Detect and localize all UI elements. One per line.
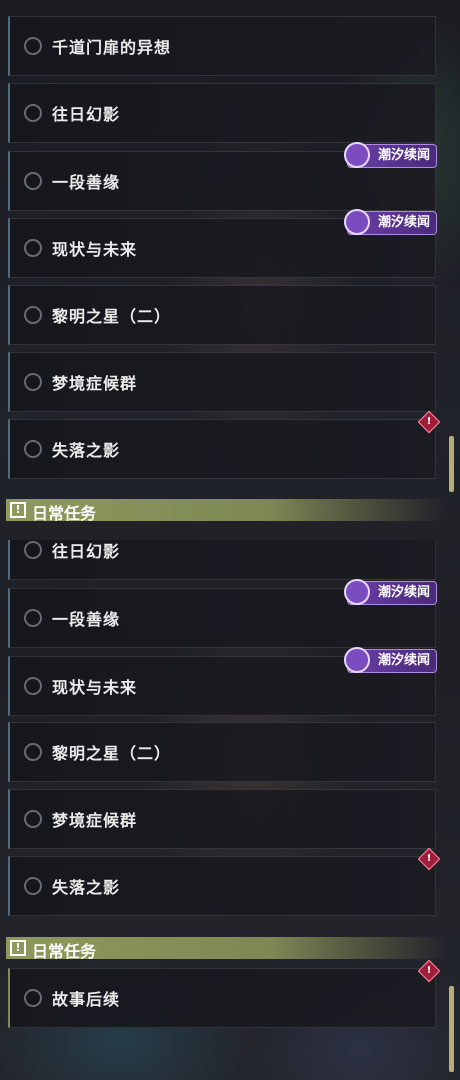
quest-status-circle-icon bbox=[24, 440, 42, 458]
quest-card[interactable]: 黎明之星（二） bbox=[8, 722, 436, 782]
quest-card[interactable]: 现状与未来 潮汐续闻 bbox=[8, 647, 437, 716]
quest-card[interactable]: 千道门扉的异想 bbox=[8, 16, 436, 76]
quest-status-circle-icon bbox=[24, 373, 42, 391]
quest-card[interactable]: 梦境症候群 bbox=[8, 789, 436, 849]
quest-title: 往日幻影 bbox=[52, 542, 121, 561]
quest-title: 现状与未来 bbox=[52, 678, 138, 697]
quest-status-circle-icon bbox=[24, 743, 42, 761]
quest-card[interactable]: 失落之影 ! bbox=[8, 410, 441, 479]
quest-title: 一段善缘 bbox=[52, 173, 121, 192]
quest-title: 失落之影 bbox=[52, 878, 121, 897]
quest-list-bottom: 往日幻影 一段善缘 潮汐续闻 现状与未来 潮汐续闻 黎明之星（二） 梦境症候群 … bbox=[0, 540, 460, 1080]
quest-tag-label: 潮汐续闻 bbox=[377, 585, 430, 600]
quest-title: 现状与未来 bbox=[52, 240, 138, 259]
quest-card[interactable]: 往日幻影 bbox=[8, 83, 436, 143]
quest-tag-badge: 潮汐续闻 bbox=[343, 142, 437, 168]
quest-status-circle-icon bbox=[24, 172, 42, 190]
scrollbar-thumb[interactable] bbox=[449, 436, 454, 492]
quest-title: 失落之影 bbox=[52, 441, 121, 460]
quest-status-circle-icon bbox=[24, 239, 42, 257]
section-header-daily: ! 日常任务 bbox=[6, 937, 446, 961]
tide-emblem-icon bbox=[343, 647, 370, 673]
quest-list-top: 千道门扉的异想 往日幻影 一段善缘 潮汐续闻 现状与未来 潮汐续闻 黎明之星（二… bbox=[0, 0, 460, 494]
quest-title: 千道门扉的异想 bbox=[52, 38, 172, 57]
quest-card[interactable]: 一段善缘 潮汐续闻 bbox=[8, 579, 437, 648]
quest-title: 黎明之星（二） bbox=[52, 744, 172, 763]
quest-card[interactable]: 往日幻影 bbox=[8, 540, 436, 580]
exclamation-box-icon: ! bbox=[10, 940, 26, 956]
alert-glyph: ! bbox=[426, 853, 432, 864]
alert-diamond-icon: ! bbox=[417, 847, 441, 871]
quest-title: 黎明之星（二） bbox=[52, 307, 172, 326]
quest-title: 梦境症候群 bbox=[52, 374, 138, 393]
quest-status-circle-icon bbox=[24, 877, 42, 895]
quest-status-circle-icon bbox=[24, 306, 42, 324]
tide-emblem-icon bbox=[343, 142, 370, 168]
quest-status-circle-icon bbox=[24, 104, 42, 122]
alert-glyph: ! bbox=[426, 965, 432, 976]
quest-tag-label: 潮汐续闻 bbox=[377, 653, 430, 668]
quest-title: 故事后续 bbox=[52, 990, 121, 1009]
tide-emblem-icon bbox=[343, 209, 370, 235]
quest-title: 梦境症候群 bbox=[52, 811, 138, 830]
quest-tag-badge: 潮汐续闻 bbox=[343, 579, 437, 605]
quest-status-circle-icon bbox=[24, 677, 42, 695]
section-title: 日常任务 bbox=[32, 504, 97, 523]
quest-tag-label: 潮汐续闻 bbox=[377, 148, 430, 163]
alert-diamond-icon: ! bbox=[417, 959, 441, 983]
quest-title: 往日幻影 bbox=[52, 105, 121, 124]
quest-card[interactable]: 失落之影 ! bbox=[8, 847, 441, 916]
quest-card[interactable]: 梦境症候群 bbox=[8, 352, 436, 412]
daily-quest-card[interactable]: 故事后续 ! bbox=[8, 959, 441, 1028]
exclamation-box-icon: ! bbox=[10, 502, 26, 518]
quest-tag-badge: 潮汐续闻 bbox=[343, 209, 437, 235]
quest-tag-badge: 潮汐续闻 bbox=[343, 647, 437, 673]
quest-tag-label: 潮汐续闻 bbox=[377, 215, 430, 230]
quest-status-circle-icon bbox=[24, 810, 42, 828]
quest-card[interactable]: 黎明之星（二） bbox=[8, 285, 436, 345]
tide-emblem-icon bbox=[343, 579, 370, 605]
scrollbar-thumb[interactable] bbox=[449, 986, 454, 1072]
quest-status-circle-icon bbox=[24, 541, 42, 559]
section-title: 日常任务 bbox=[32, 942, 97, 961]
alert-diamond-icon: ! bbox=[417, 410, 441, 434]
quest-card[interactable]: 现状与未来 潮汐续闻 bbox=[8, 209, 437, 278]
quest-card[interactable]: 一段善缘 潮汐续闻 bbox=[8, 142, 437, 211]
quest-status-circle-icon bbox=[24, 609, 42, 627]
quest-status-circle-icon bbox=[24, 37, 42, 55]
quest-status-circle-icon bbox=[24, 989, 42, 1007]
section-header-daily: ! 日常任务 bbox=[6, 499, 446, 523]
quest-title: 一段善缘 bbox=[52, 610, 121, 629]
alert-glyph: ! bbox=[426, 416, 432, 427]
